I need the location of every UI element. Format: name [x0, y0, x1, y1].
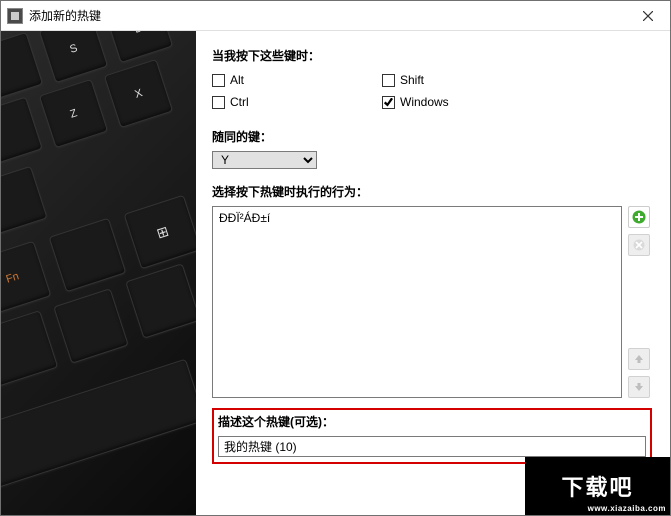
- checkbox-shift[interactable]: [382, 74, 395, 87]
- modifiers-group: Alt Ctrl Shift Windows: [212, 70, 652, 114]
- checkbox-windows[interactable]: [382, 96, 395, 109]
- description-label: 描述这个热键(可选)：: [218, 413, 646, 430]
- add-action-button[interactable]: [628, 206, 650, 228]
- modifiers-label: 当我按下这些键时：: [212, 47, 652, 64]
- description-input[interactable]: [218, 436, 646, 457]
- description-highlight: 描述这个热键(可选)：: [212, 408, 652, 464]
- dialog-footer: 确定(O): [212, 476, 652, 507]
- label-windows: Windows: [400, 95, 449, 109]
- sidebar-image: S D Z X Fn ⊞: [1, 31, 196, 515]
- actions-label: 选择按下热键时执行的行为：: [212, 183, 652, 200]
- actions-side-buttons: [628, 206, 652, 398]
- label-alt: Alt: [230, 73, 244, 87]
- ok-button[interactable]: 确定(O): [534, 480, 620, 503]
- move-up-button[interactable]: [628, 348, 650, 370]
- checkbox-ctrl[interactable]: [212, 96, 225, 109]
- close-button[interactable]: [625, 1, 670, 30]
- actions-listbox[interactable]: ÐĐÏ²ÁÐ±í: [212, 206, 622, 398]
- together-key-label: 随同的键：: [212, 128, 652, 145]
- action-item[interactable]: ÐĐÏ²ÁÐ±í: [219, 211, 615, 225]
- remove-icon: [633, 239, 645, 251]
- move-down-button[interactable]: [628, 376, 650, 398]
- titlebar: 添加新的热键: [1, 1, 670, 31]
- cancel-button-partial[interactable]: [632, 480, 652, 503]
- ok-highlight: 确定(O): [530, 476, 624, 507]
- label-shift: Shift: [400, 73, 424, 87]
- close-icon: [643, 11, 653, 21]
- plus-icon: [632, 210, 646, 224]
- window-title: 添加新的热键: [29, 7, 625, 24]
- key-select[interactable]: Y: [212, 151, 317, 169]
- app-icon: [7, 8, 23, 24]
- actions-row: ÐĐÏ²ÁÐ±í: [212, 206, 652, 398]
- checkbox-alt[interactable]: [212, 74, 225, 87]
- label-ctrl: Ctrl: [230, 95, 249, 109]
- dialog-window: 添加新的热键 S D Z X Fn ⊞: [0, 0, 671, 516]
- arrow-up-icon: [634, 354, 644, 364]
- dialog-content: S D Z X Fn ⊞ 当我按下这些键时：: [1, 31, 670, 515]
- main-panel: 当我按下这些键时： Alt Ctrl Shift: [196, 31, 670, 515]
- remove-action-button[interactable]: [628, 234, 650, 256]
- arrow-down-icon: [634, 382, 644, 392]
